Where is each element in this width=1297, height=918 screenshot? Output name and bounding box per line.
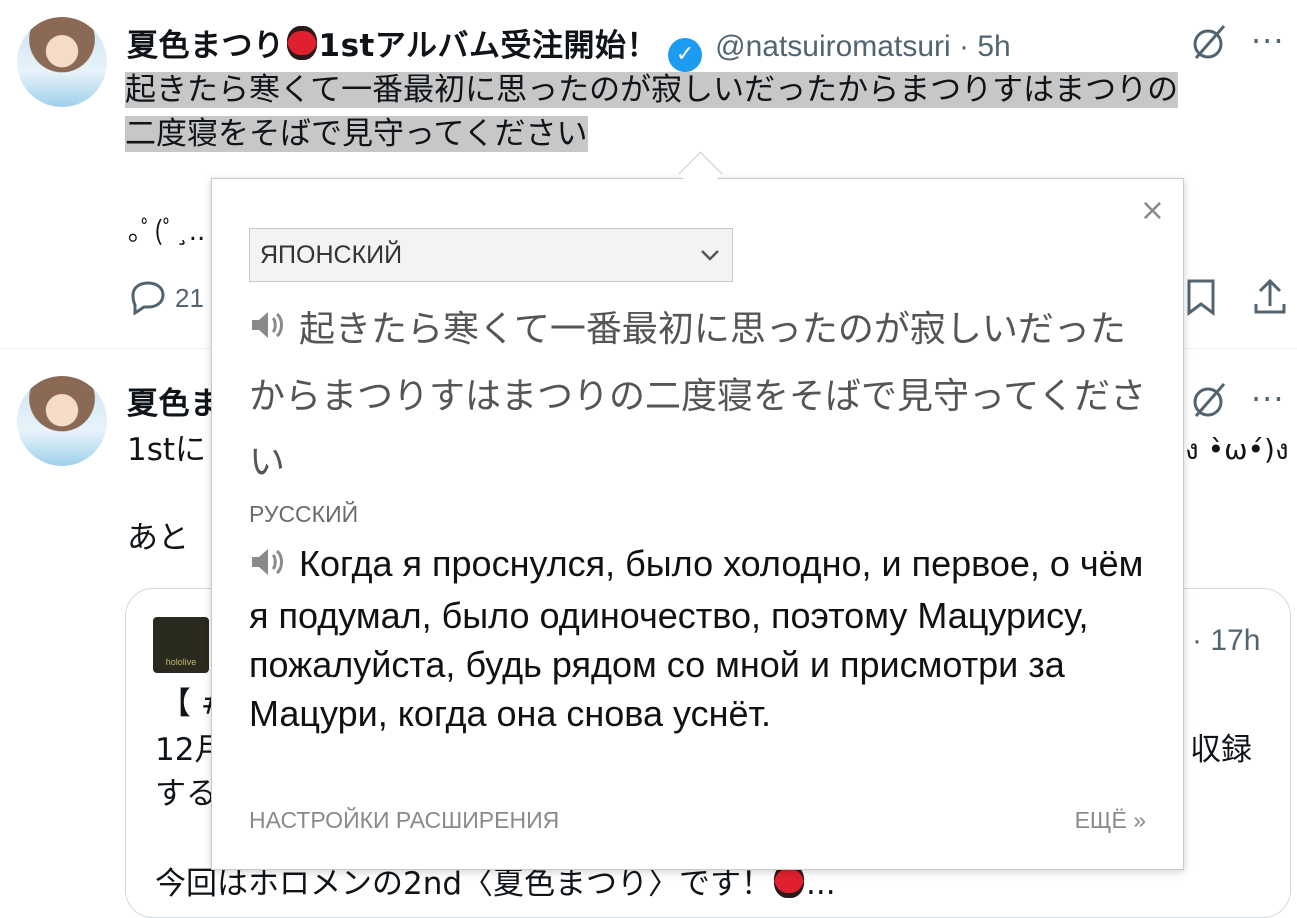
speaker-icon[interactable] (249, 298, 287, 364)
handle-time[interactable]: @natsuiromatsuri · 5h (715, 30, 1011, 63)
tweet-emoticon: ｡ﾟ(ﾟ¸.. (128, 217, 206, 247)
grok-icon[interactable] (1188, 20, 1232, 68)
grok-icon[interactable] (1188, 378, 1232, 426)
reply-count: 21 (175, 283, 204, 313)
translation-popup: × ЯПОНСКИЙ 起きたら寒くて一番最初に思ったのが寂しいだったからまつりす… (211, 178, 1184, 870)
source-text: 起きたら寒くて一番最初に思ったのが寂しいだったからまつりすはまつりの二度寝をそば… (249, 297, 1149, 496)
avatar[interactable] (17, 376, 107, 466)
more-options-icon[interactable]: ··· (1251, 22, 1285, 60)
display-name[interactable]: 夏色まつり 1stアルバム受注開始！ (127, 26, 658, 64)
tweet-header: 夏色まつり 1stアルバム受注開始！ ✓ @natsuiromatsuri · 5h (127, 20, 1011, 72)
bookmark-icon[interactable] (1186, 278, 1216, 320)
share-icon[interactable] (1252, 278, 1288, 320)
extension-settings-link[interactable]: НАСТРОЙКИ РАСШИРЕНИЯ (249, 807, 559, 834)
chevron-down-icon (698, 229, 722, 299)
more-options-icon[interactable]: ··· (1251, 380, 1285, 418)
reply-icon[interactable] (127, 279, 167, 319)
tweet-text-end: ง •̀ω•́)ง (1185, 433, 1289, 466)
quote-text: する (155, 776, 217, 812)
tweet-text: あと (127, 520, 189, 556)
quote-text: 収録 (1190, 732, 1252, 768)
speaker-icon[interactable] (249, 542, 287, 591)
lantern-icon (286, 26, 317, 60)
tweet-text: 1stに (127, 432, 207, 468)
avatar[interactable] (17, 17, 107, 107)
more-link[interactable]: ЕЩЁ » (1075, 807, 1146, 834)
tweet-text: 起きたら寒くて一番最初に思ったのが寂しいだったからまつりすはまつりの 二度寝をそ… (125, 72, 1179, 152)
target-language-label: РУССКИЙ (249, 501, 359, 527)
source-language-select[interactable]: ЯПОНСКИЙ (249, 228, 733, 282)
display-name[interactable]: 夏色ま (127, 378, 222, 423)
quote-time[interactable]: · 17h (1192, 624, 1260, 658)
hololive-logo: hololive (153, 617, 209, 673)
close-icon[interactable]: × (1140, 193, 1165, 228)
verified-badge-icon: ✓ (668, 38, 703, 72)
translated-text: Когда я проснулся, было холодно, и перво… (249, 542, 1144, 734)
